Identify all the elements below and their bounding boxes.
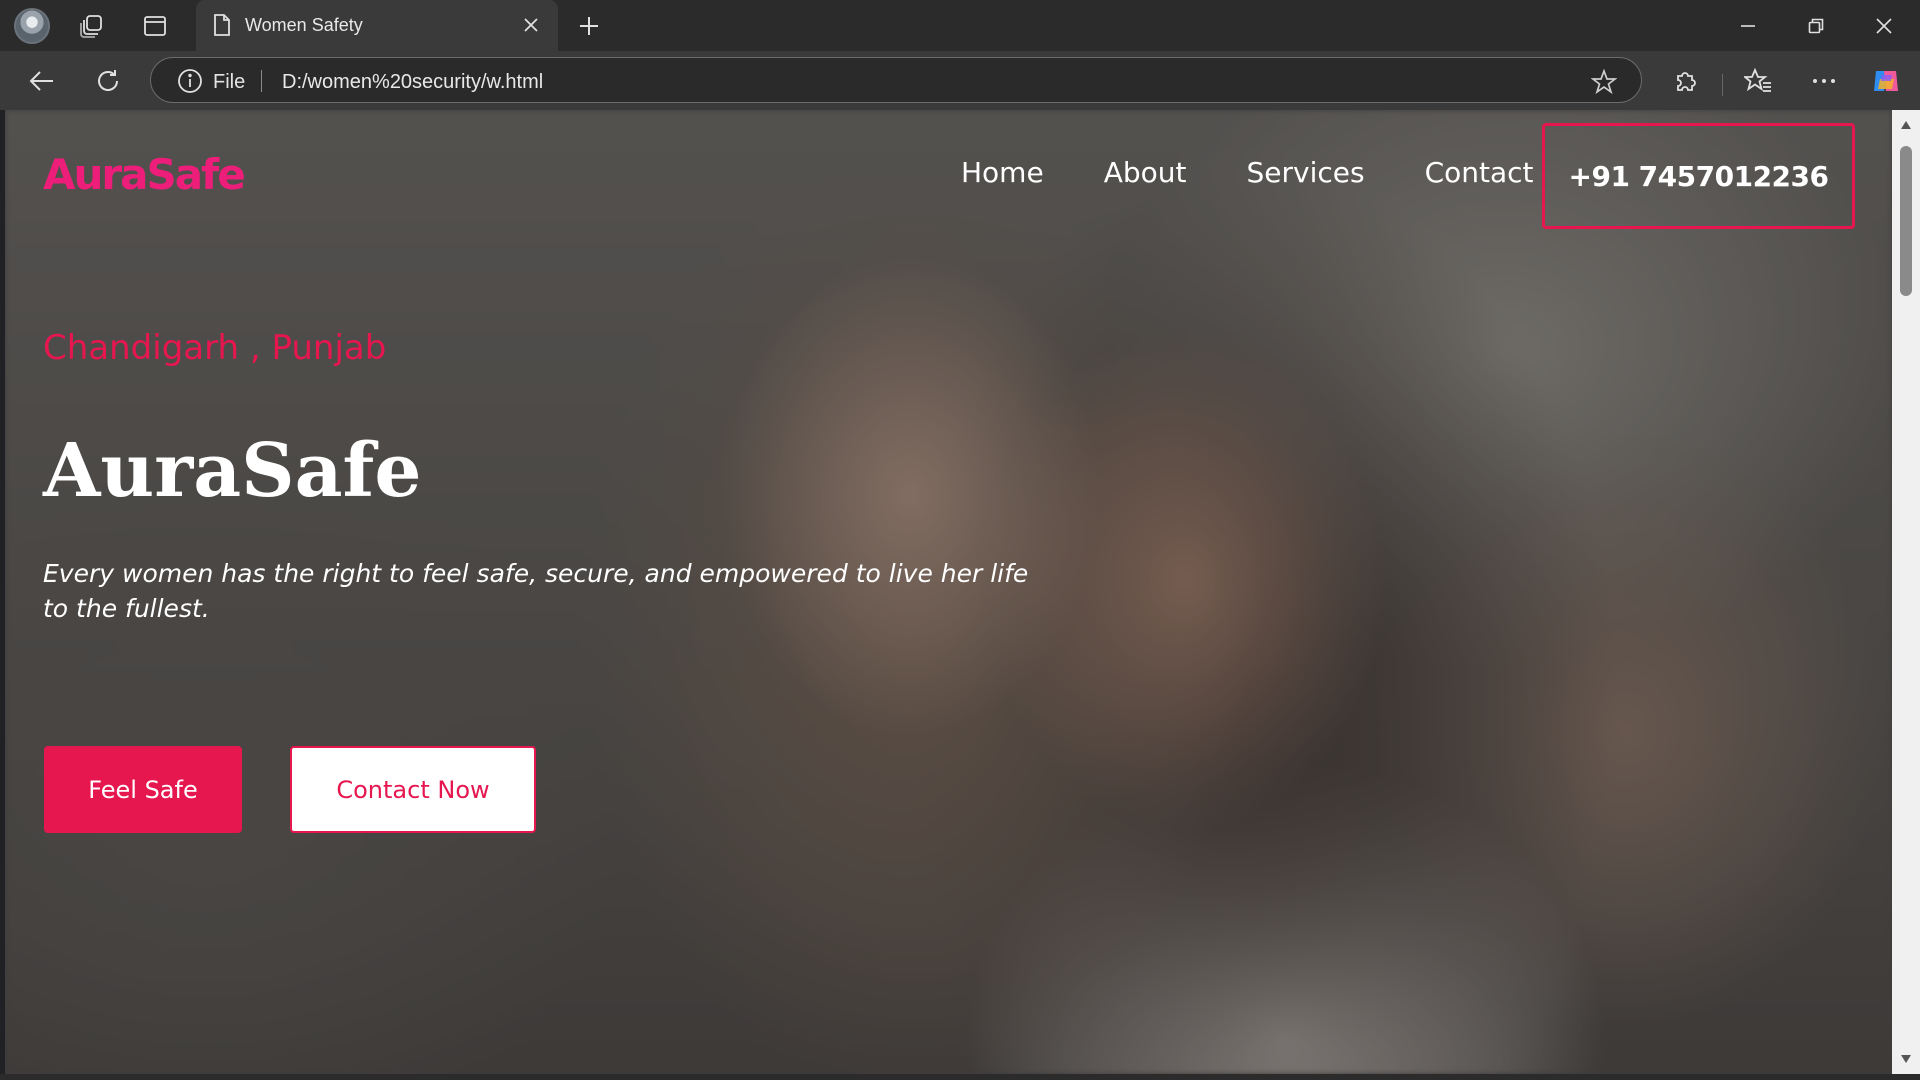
scroll-down-arrow-icon[interactable] xyxy=(1899,1052,1913,1066)
active-tab[interactable]: Women Safety xyxy=(196,0,558,51)
tab-title: Women Safety xyxy=(245,15,363,35)
page-icon xyxy=(212,13,232,42)
hero-tagline: Every women has the right to feel safe, … xyxy=(43,559,1029,623)
scrollbar-thumb[interactable] xyxy=(1900,146,1912,296)
hero-location: Chandigarh , Punjab xyxy=(43,328,387,368)
main-nav: Home About Services Contact xyxy=(961,156,1594,189)
browser-title-bar: Women Safety xyxy=(0,0,1920,51)
new-tab-plus-icon[interactable] xyxy=(572,9,606,43)
puzzle-icon[interactable] xyxy=(1668,63,1704,99)
feel-safe-button[interactable]: Feel Safe xyxy=(44,746,242,833)
url-text[interactable]: D:/women%20security/w.html xyxy=(282,71,543,94)
star-icon[interactable] xyxy=(1590,68,1618,100)
phone-button[interactable]: +91 7457012236 xyxy=(1542,123,1855,229)
nav-about[interactable]: About xyxy=(1104,156,1187,189)
back-arrow-icon[interactable] xyxy=(24,63,60,99)
brand-logo[interactable]: AuraSafe xyxy=(43,150,246,199)
toolbar-divider xyxy=(1722,74,1723,96)
more-icon[interactable] xyxy=(1806,63,1842,99)
close-tab-icon[interactable] xyxy=(518,12,544,38)
info-icon[interactable] xyxy=(177,68,203,99)
contact-now-button[interactable]: Contact Now xyxy=(290,746,536,833)
scheme-label: File xyxy=(213,71,246,93)
hero-title: AuraSafe xyxy=(43,428,422,514)
profile-avatar[interactable] xyxy=(14,8,50,44)
restore-icon[interactable] xyxy=(1782,0,1850,51)
copilot-icon[interactable] xyxy=(1868,63,1904,99)
window-close-icon[interactable] xyxy=(1850,0,1918,51)
minimize-icon[interactable] xyxy=(1714,0,1782,51)
address-bar[interactable]: File D:/women%20security/w.html xyxy=(150,57,1642,103)
browser-toolbar: File D:/women%20security/w.html xyxy=(0,51,1920,110)
nav-services[interactable]: Services xyxy=(1246,156,1364,189)
window-bottom-edge xyxy=(0,1074,1920,1080)
refresh-icon[interactable] xyxy=(90,63,126,99)
vertical-scrollbar[interactable] xyxy=(1892,110,1920,1074)
favorites-icon[interactable] xyxy=(1740,63,1776,99)
address-divider xyxy=(261,70,262,92)
nav-contact[interactable]: Contact xyxy=(1425,156,1534,189)
vertical-tabs-icon[interactable] xyxy=(138,9,172,43)
page-viewport: AuraSafe Home About Services Contact +91… xyxy=(5,110,1892,1074)
nav-home[interactable]: Home xyxy=(961,156,1044,189)
scroll-up-arrow-icon[interactable] xyxy=(1899,118,1913,132)
workspaces-icon[interactable] xyxy=(75,9,109,43)
